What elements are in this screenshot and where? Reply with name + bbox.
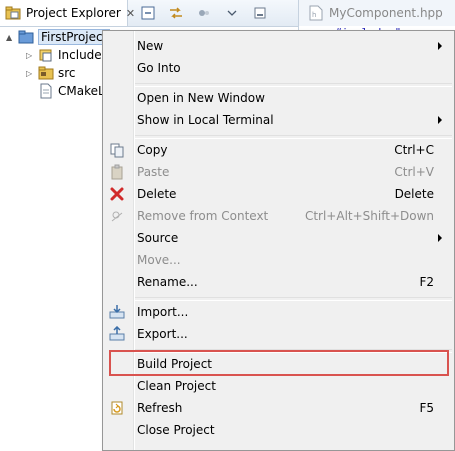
menu-item-new[interactable]: New (105, 35, 452, 57)
tree-item-label: Includes (58, 48, 108, 62)
menu-item-source[interactable]: Source (105, 227, 452, 249)
tree-item-firstproject[interactable]: ▲ FirstProject (6, 28, 111, 46)
menu-item-label: Close Project (137, 423, 215, 437)
minimize-icon[interactable] (252, 5, 268, 21)
menu-item-shortcut: Delete (394, 187, 434, 201)
filter-icon[interactable] (196, 5, 212, 21)
menu-item-shortcut: F5 (419, 401, 434, 415)
tree-item-src[interactable]: ▷ src (26, 64, 76, 82)
menu-item-refresh[interactable]: Refresh F5 (105, 397, 452, 419)
tree-item-includes[interactable]: ▷ Includes (26, 46, 108, 64)
tree-item-label: CMakeL (58, 84, 105, 98)
export-icon (109, 326, 125, 342)
collapsed-arrow-icon[interactable]: ▷ (26, 51, 36, 60)
collapse-all-icon[interactable] (140, 5, 156, 21)
expanded-arrow-icon[interactable]: ▲ (6, 33, 16, 42)
menu-item-paste[interactable]: Paste Ctrl+V (105, 161, 452, 183)
menu-item-shortcut: F2 (419, 275, 434, 289)
project-folder-icon (18, 29, 34, 45)
view-tab-bar: Project Explorer ✕ h MyComponent.hpp (0, 0, 455, 27)
menu-item-label: Refresh (137, 401, 183, 415)
menu-item-label: Build Project (137, 357, 212, 371)
menu-item-remove-from-context[interactable]: Remove from Context Ctrl+Alt+Shift+Down (105, 205, 452, 227)
menu-item-shortcut: Ctrl+Alt+Shift+Down (304, 209, 434, 223)
menu-item-build-project[interactable]: Build Project (105, 353, 452, 375)
menu-item-label: New (137, 39, 164, 53)
menu-item-go-into[interactable]: Go Into (105, 57, 452, 79)
menu-item-export[interactable]: Export... (105, 323, 452, 345)
header-file-icon: h (309, 5, 323, 21)
tree-item-label: FirstProject (38, 29, 111, 45)
submenu-arrow-icon (438, 42, 442, 50)
source-folder-icon (38, 65, 54, 81)
project-explorer-icon (5, 5, 21, 21)
menu-item-label: Move... (137, 253, 181, 267)
menu-item-label: Go Into (137, 61, 181, 75)
refresh-icon (109, 400, 125, 416)
menu-item-label: Copy (137, 143, 168, 157)
menu-item-shortcut: Ctrl+C (394, 143, 434, 157)
menu-item-label: Show in Local Terminal (137, 113, 274, 127)
menu-item-rename[interactable]: Rename... F2 (105, 271, 452, 293)
menu-item-shortcut: Ctrl+V (394, 165, 434, 179)
menu-item-clean-project[interactable]: Clean Project (105, 375, 452, 397)
tree-item-label: src (58, 66, 76, 80)
eclipse-window: Project Explorer ✕ h MyComponent.hpp ▲ F… (0, 0, 455, 451)
menu-item-label: Clean Project (137, 379, 216, 393)
submenu-arrow-icon (438, 116, 442, 124)
delete-x-icon (109, 186, 125, 202)
includes-icon (38, 47, 54, 63)
tab-project-explorer[interactable]: Project Explorer ✕ (0, 0, 135, 26)
view-toolbar (140, 0, 280, 26)
menu-item-label: Delete (137, 187, 177, 201)
tab-editor-file[interactable]: h MyComponent.hpp (298, 0, 455, 26)
menu-item-label: Rename... (137, 275, 198, 289)
tab-label: MyComponent.hpp (329, 6, 443, 20)
close-icon[interactable]: ✕ (126, 7, 135, 20)
menu-item-label: Source (137, 231, 179, 245)
menu-item-move[interactable]: Move... (105, 249, 452, 271)
menu-item-label: Paste (137, 165, 170, 179)
paste-icon (109, 164, 125, 180)
menu-item-import[interactable]: Import... (105, 301, 452, 323)
menu-item-label: Open in New Window (137, 91, 265, 105)
submenu-arrow-icon (438, 234, 442, 242)
collapsed-arrow-icon[interactable]: ▷ (26, 69, 36, 78)
menu-item-show-in-local-terminal[interactable]: Show in Local Terminal (105, 109, 452, 131)
menu-item-label: Remove from Context (137, 209, 269, 223)
link-with-editor-icon[interactable] (168, 5, 184, 21)
svg-text:h: h (312, 11, 316, 19)
menu-item-delete[interactable]: Delete Delete (105, 183, 452, 205)
tree-item-cmakelists[interactable]: CMakeL (36, 82, 105, 100)
menu-item-label: Export... (137, 327, 188, 341)
file-icon (38, 83, 54, 99)
remove-context-icon (109, 208, 125, 224)
menu-item-label: Import... (137, 305, 189, 319)
menu-item-close-project[interactable]: Close Project (105, 419, 452, 441)
copy-icon (109, 142, 125, 158)
menu-item-copy[interactable]: Copy Ctrl+C (105, 139, 452, 161)
import-icon (109, 304, 125, 320)
context-menu: New Go Into Open in New Window Show in L… (102, 30, 455, 451)
menu-item-open-in-new-window[interactable]: Open in New Window (105, 87, 452, 109)
tab-label: Project Explorer (26, 6, 121, 20)
view-menu-chevron-down-icon[interactable] (224, 5, 240, 21)
